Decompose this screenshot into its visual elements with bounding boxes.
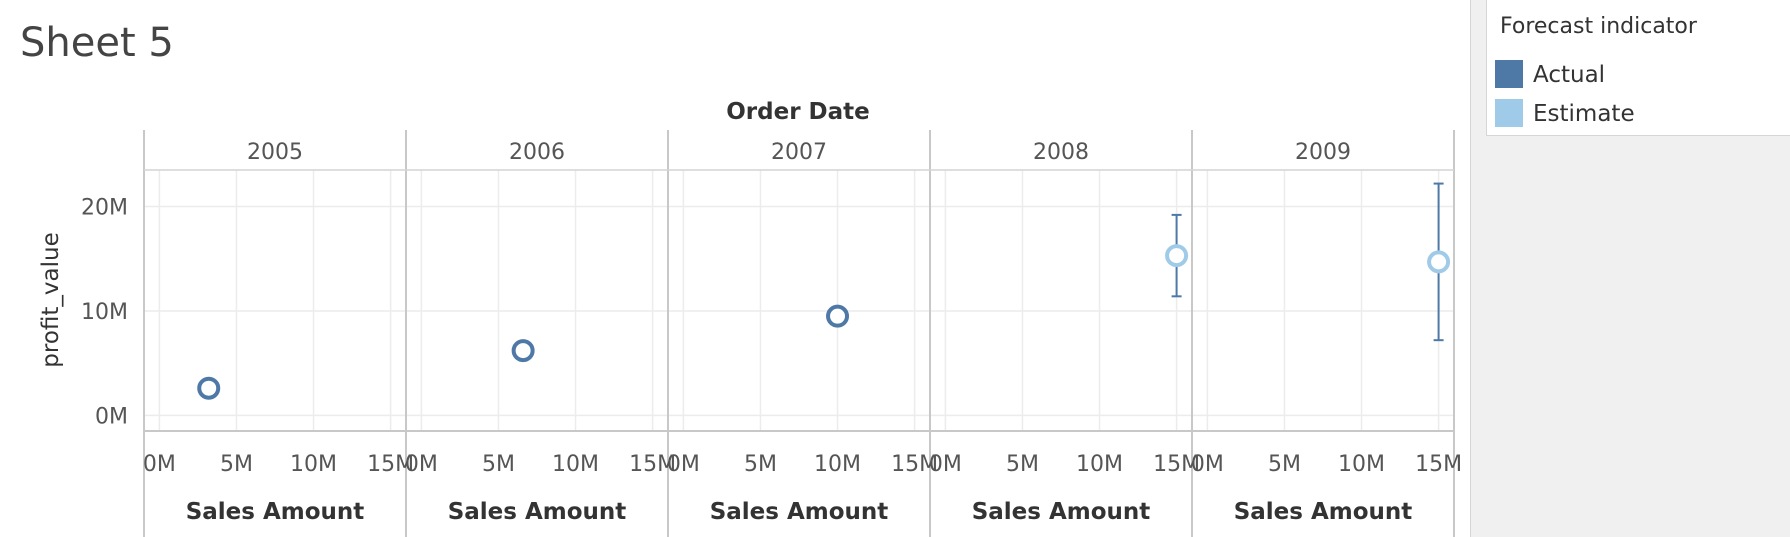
- x-tick-label: 0M: [143, 452, 176, 477]
- legend-title: Forecast indicator: [1500, 14, 1697, 39]
- x-axis-label: Sales Amount: [1234, 499, 1413, 525]
- scatter-chart: Order Date profit_value 0M 10M 20M 2005 0M 5M…: [38, 99, 1460, 537]
- x-axis-label: Sales Amount: [186, 499, 365, 525]
- x-tick-label: 5M: [744, 452, 777, 477]
- x-tick-label: 10M: [814, 452, 861, 477]
- column-header-2007: 2007: [771, 140, 827, 165]
- axis-labels: 0M10M20M20050M 5M 10M 15MSales Amount20060M…: [81, 140, 1460, 525]
- x-tick-label: 0M: [405, 452, 438, 477]
- legend-panel: Forecast indicator Actual Estimate: [1470, 0, 1790, 537]
- legend-item-estimate[interactable]: Estimate: [1495, 99, 1775, 127]
- column-header-2009: 2009: [1295, 140, 1351, 165]
- data-point-2008: [1165, 244, 1189, 268]
- legend-swatch-estimate: [1495, 99, 1523, 127]
- x-tick-label: 5M: [1268, 452, 1301, 477]
- legend-swatch-actual: [1495, 60, 1523, 88]
- legend-item-actual[interactable]: Actual: [1495, 60, 1775, 88]
- pane-frames: [143, 130, 1455, 537]
- x-tick-label: 10M: [1076, 452, 1123, 477]
- legend: Forecast indicator Actual Estimate: [1486, 0, 1790, 136]
- column-header-2005: 2005: [247, 140, 303, 165]
- x-tick-label: 10M: [1338, 452, 1385, 477]
- legend-label-estimate: Estimate: [1533, 101, 1635, 127]
- data-marks: [197, 182, 1451, 400]
- data-point-2009: [1427, 250, 1451, 274]
- data-point-2007: [826, 304, 850, 328]
- x-tick-label: 15M: [1415, 452, 1460, 477]
- column-header-2008: 2008: [1033, 140, 1089, 165]
- y-tick-label: 20M: [81, 196, 128, 221]
- x-tick-label: 5M: [220, 452, 253, 477]
- data-point-2005: [197, 376, 221, 400]
- x-tick-label: 5M: [1006, 452, 1039, 477]
- gridlines: [144, 170, 1454, 431]
- x-tick-label: 10M: [552, 452, 599, 477]
- x-axis-label: Sales Amount: [972, 499, 1151, 525]
- y-axis-label: profit_value: [38, 232, 64, 367]
- x-tick-label: 0M: [929, 452, 962, 477]
- x-axis-label: Sales Amount: [448, 499, 627, 525]
- x-tick-label: 0M: [1191, 452, 1224, 477]
- column-header-2006: 2006: [509, 140, 565, 165]
- column-header-label: Order Date: [726, 99, 870, 125]
- x-tick-label: 10M: [290, 452, 337, 477]
- y-tick-label: 0M: [95, 404, 128, 429]
- x-axis-label: Sales Amount: [710, 499, 889, 525]
- x-tick-label: 0M: [667, 452, 700, 477]
- y-tick-label: 10M: [81, 300, 128, 325]
- x-tick-label: 5M: [482, 452, 515, 477]
- legend-label-actual: Actual: [1533, 62, 1606, 88]
- data-point-2006: [511, 339, 535, 363]
